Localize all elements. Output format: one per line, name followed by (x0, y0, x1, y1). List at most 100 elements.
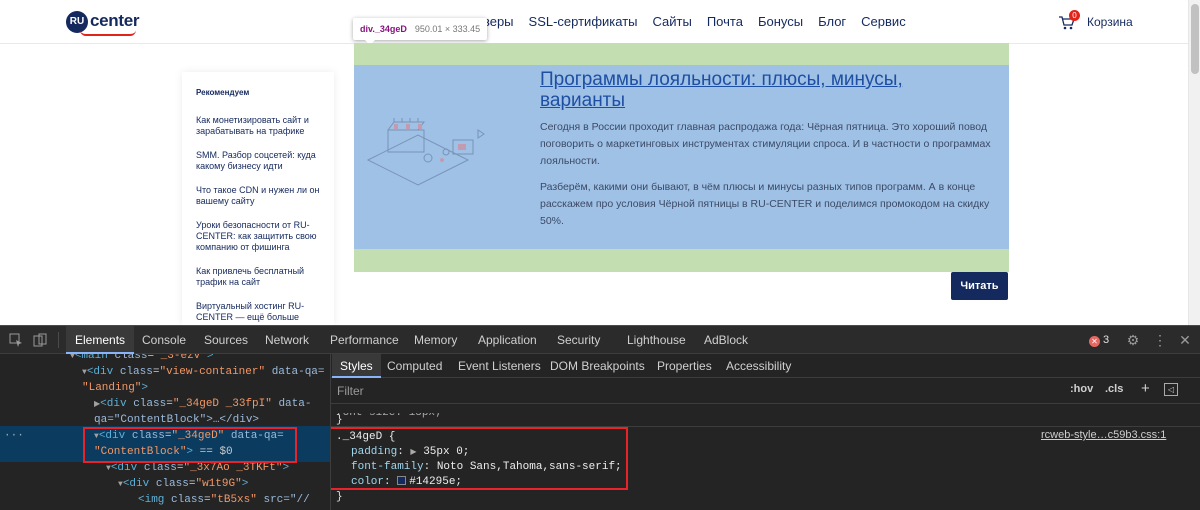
tab-lighthouse[interactable]: Lighthouse (627, 326, 686, 354)
settings-gear-icon[interactable]: ⚙ (1126, 333, 1140, 347)
tab-styles[interactable]: Styles (332, 354, 381, 378)
attr-value: "w1t9G" (195, 478, 242, 490)
screen: RU center серверы SSL-сертификаты Сайты … (0, 0, 1200, 510)
annotation-highlight-css (331, 427, 628, 490)
dom-node-img[interactable]: <img class="tB5xs" src="// (138, 492, 310, 508)
styles-filter-input[interactable] (337, 382, 1037, 400)
tab-network[interactable]: Network (265, 326, 309, 354)
tab-console[interactable]: Console (142, 326, 186, 354)
sidebar-link[interactable]: Виртуальный хостинг RU-CENTER — ещё боль… (196, 301, 324, 325)
attr-value: "tB5xs" (210, 494, 257, 506)
attr-name: src="// (263, 494, 310, 506)
tag-name: div (129, 478, 150, 490)
tab-computed[interactable]: Computed (387, 354, 442, 378)
dom-node-contentblock-collapsed[interactable]: ▶<div class="_34geD _33fpI" data- (94, 396, 311, 412)
dom-node-main[interactable]: ▼<main class="_3-ezv"> (70, 354, 213, 364)
tab-performance[interactable]: Performance (330, 326, 399, 354)
sidebar-link[interactable]: Как монетизировать сайт и зарабатывать н… (196, 115, 324, 137)
tab-application[interactable]: Application (478, 326, 537, 354)
dom-node-view-container[interactable]: ▼<div class="view-container" data-qa= (82, 364, 325, 380)
tab-security[interactable]: Security (557, 326, 600, 354)
attr-value: "Landing" (82, 382, 142, 394)
devtools-tab-bar: Elements Console Sources Network Perform… (0, 326, 1200, 354)
loyalty-illustration (366, 118, 485, 186)
tooltip-element-size: 950.01 × 333.45 (414, 24, 481, 34)
nav-item-sites[interactable]: Сайты (653, 14, 692, 29)
tab-adblock[interactable]: AdBlock (704, 326, 748, 354)
cart-count-badge: 0 (1069, 10, 1080, 21)
recommended-sidebar: Рекомендуем Как монетизировать сайт и за… (182, 72, 334, 325)
tag-name: img (144, 494, 165, 506)
stylesheet-source-link[interactable]: rcweb-style…c59b3.css:1 (1041, 429, 1166, 441)
attr-value: "_3x7Ao _3TKFt" (183, 462, 283, 474)
inspect-element-icon[interactable] (9, 333, 23, 347)
close-devtools-icon[interactable]: ✕ (1178, 333, 1192, 347)
css-rule-close: } (336, 491, 343, 503)
node-ellipsis-icon[interactable]: ··· (4, 428, 24, 444)
nav-item-service[interactable]: Сервис (861, 14, 906, 29)
padding-highlight-bottom (354, 249, 1009, 272)
attr-name: class (133, 398, 167, 410)
tab-sources[interactable]: Sources (204, 326, 248, 354)
dom-node-contentblock-collapsed-cont[interactable]: qa="ContentBlock">…</div> (94, 412, 259, 428)
dom-tree-pane: ··· ▼<main class="_3-ezv"> ▼<div class="… (0, 354, 330, 510)
nav-item-mail[interactable]: Почта (707, 14, 743, 29)
sidebar-link[interactable]: SMM. Разбор соцсетей: куда какому бизнес… (196, 150, 324, 172)
styles-filter-bar: :hov .cls + ◁ (331, 378, 1200, 404)
annotation-highlight-dom (83, 427, 297, 463)
new-style-rule-icon[interactable]: + (1141, 380, 1150, 397)
sidebar-link[interactable]: Как привлечь бесплатный трафик на сайт (196, 266, 324, 288)
sidebar-link[interactable]: Уроки безопасности от RU-CENTER: как защ… (196, 220, 324, 253)
tab-elements[interactable]: Elements (66, 326, 135, 354)
attr-value: "view-container" (159, 366, 266, 378)
website-viewport: RU center серверы SSL-сертификаты Сайты … (0, 0, 1188, 325)
more-options-icon[interactable]: ⋮ (1153, 333, 1167, 347)
inspect-tooltip: div._34geD 950.01 × 333.45 (353, 18, 488, 45)
nav-item-bonuses[interactable]: Бонусы (758, 14, 803, 29)
dom-node-view-container-cont[interactable]: "Landing"> (82, 380, 148, 396)
node-tail-text: qa="ContentBlock">…</div> (94, 414, 260, 426)
error-counter[interactable]: ✕ 3 (1089, 334, 1109, 347)
page-scrollbar[interactable] (1188, 0, 1200, 325)
toolbar-separator (58, 332, 59, 348)
dom-node-w1t9g[interactable]: ▼<div class="w1t9G"> (118, 476, 248, 492)
logo-swoosh (80, 30, 136, 36)
tab-dom-breakpoints[interactable]: DOM Breakpoints (550, 354, 645, 378)
attr-name: class (119, 366, 153, 378)
device-toolbar-icon[interactable] (33, 333, 47, 347)
tag-name: main (81, 354, 108, 362)
hover-state-toggle[interactable]: :hov (1070, 383, 1093, 395)
attr-name: data- (278, 398, 312, 410)
devtools-panel: Elements Console Sources Network Perform… (0, 325, 1200, 510)
read-button[interactable]: Читать (951, 272, 1008, 300)
sidebar-link[interactable]: Что такое CDN и нужен ли он вашему сайту (196, 185, 324, 207)
styles-tab-bar: Styles Computed Event Listeners DOM Brea… (331, 354, 1200, 378)
tab-accessibility[interactable]: Accessibility (726, 354, 791, 378)
attr-name: class (171, 494, 205, 506)
article-paragraph-1: Сегодня в России проходит главная распро… (540, 121, 991, 167)
main-nav: серверы SSL-сертификаты Сайты Почта Бону… (462, 14, 906, 29)
tag-name: div (106, 398, 127, 410)
site-header: RU center серверы SSL-сертификаты Сайты … (0, 0, 1188, 44)
tab-memory[interactable]: Memory (414, 326, 457, 354)
article-paragraph-2: Разберём, какими они бывают, в чём плюсы… (540, 181, 990, 227)
tab-event-listeners[interactable]: Event Listeners (458, 354, 541, 378)
padding-highlight-top (354, 43, 1009, 65)
previous-rule-tail: font-size: 15px; (336, 407, 442, 419)
nav-item-blog[interactable]: Блог (818, 14, 846, 29)
attr-value: "_3-ezv" (154, 354, 207, 362)
scrollbar-thumb[interactable] (1191, 4, 1199, 74)
styles-pane: Styles Computed Event Listeners DOM Brea… (331, 354, 1200, 510)
tab-properties[interactable]: Properties (657, 354, 712, 378)
attr-name: class (155, 478, 189, 490)
article-title-link[interactable]: Программы лояльности: плюсы, минусы, вар… (540, 69, 980, 111)
nav-item-ssl[interactable]: SSL-сертификаты (529, 14, 638, 29)
class-toggle[interactable]: .cls (1105, 383, 1123, 395)
logo-text: center (90, 11, 140, 30)
cart-label: Корзина (1087, 15, 1133, 29)
attr-name: data-qa= (271, 366, 325, 378)
toggle-sidebar-icon[interactable]: ◁ (1164, 383, 1178, 396)
tag-name: div (117, 462, 138, 474)
attr-value: "_34geD _33fpI" (172, 398, 272, 410)
tag-name: div (93, 366, 114, 378)
